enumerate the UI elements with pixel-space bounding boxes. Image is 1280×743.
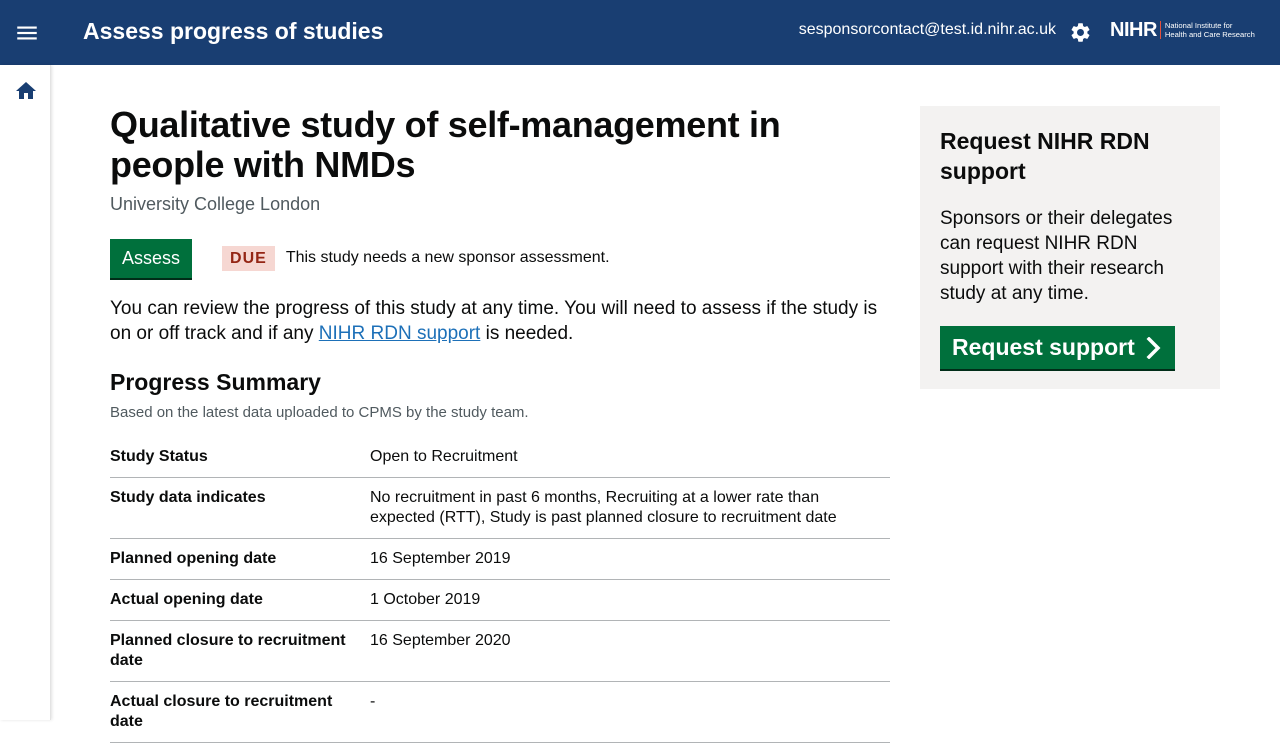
user-email: sesponsorcontact@test.id.nihr.ac.uk bbox=[798, 21, 1056, 38]
home-icon[interactable] bbox=[14, 79, 38, 103]
logo-mark: NIHR bbox=[1110, 19, 1157, 41]
intro-text: You can review the progress of this stud… bbox=[110, 296, 890, 346]
summary-row: Actual opening date 1 October 2019 bbox=[110, 580, 890, 621]
summary-row: Planned closure to recruitment date 16 S… bbox=[110, 621, 890, 682]
logo-divider bbox=[1159, 21, 1161, 39]
summary-row: Actual closure to recruitment date - bbox=[110, 682, 890, 743]
summary-value: No recruitment in past 6 months, Recruit… bbox=[370, 489, 837, 526]
sidebar bbox=[0, 65, 51, 720]
intro-text-end: is needed. bbox=[480, 323, 574, 344]
logo-text: National Institute for Health and Care R… bbox=[1165, 21, 1255, 39]
summary-row: Planned opening date 16 September 2019 bbox=[110, 539, 890, 580]
logo-line-2: Health and Care Research bbox=[1164, 30, 1255, 39]
summary-key: Study data indicates bbox=[110, 489, 266, 506]
progress-summary-list: Study Status Open to Recruitment Study d… bbox=[110, 443, 890, 743]
progress-summary-heading: Progress Summary bbox=[110, 369, 321, 395]
due-message: This study needs a new sponsor assessmen… bbox=[285, 249, 610, 266]
assess-row: Assess DUE This study needs a new sponso… bbox=[110, 238, 890, 278]
app-title[interactable]: Assess progress of studies bbox=[83, 18, 383, 45]
summary-key: Actual closure to recruitment date bbox=[110, 693, 333, 730]
summary-key: Study Status bbox=[110, 448, 208, 465]
gear-icon[interactable] bbox=[1069, 21, 1092, 44]
summary-value: Open to Recruitment bbox=[370, 448, 518, 465]
summary-row: Study Status Open to Recruitment bbox=[110, 443, 890, 478]
summary-value: 16 September 2020 bbox=[370, 632, 511, 649]
summary-row: Study data indicates No recruitment in p… bbox=[110, 478, 890, 539]
menu-icon[interactable] bbox=[14, 20, 40, 46]
summary-key: Actual opening date bbox=[110, 591, 263, 608]
summary-value: - bbox=[370, 693, 376, 710]
chevron-right-icon bbox=[1145, 336, 1163, 359]
nihr-logo[interactable]: NIHR National Institute for Health and C… bbox=[1110, 19, 1255, 41]
request-support-heading: Request NIHR RDN support bbox=[940, 128, 1150, 184]
nihr-rdn-support-link[interactable]: NIHR RDN support bbox=[319, 323, 481, 344]
main-content: Qualitative study of self-management in … bbox=[110, 105, 890, 743]
request-support-button[interactable]: Request support bbox=[940, 326, 1175, 369]
assess-button[interactable]: Assess bbox=[110, 238, 193, 278]
request-support-description: Sponsors or their delegates can request … bbox=[940, 208, 1173, 304]
logo-line-1: National Institute for bbox=[1164, 21, 1233, 30]
summary-key: Planned closure to recruitment date bbox=[110, 632, 346, 669]
progress-summary-caption: Based on the latest data uploaded to CPM… bbox=[110, 404, 529, 421]
request-support-label: Request support bbox=[952, 334, 1135, 360]
request-support-panel: Request NIHR RDN support Sponsors or the… bbox=[920, 106, 1220, 389]
organisation-name: University College London bbox=[110, 194, 321, 214]
summary-key: Planned opening date bbox=[110, 550, 277, 567]
summary-value: 16 September 2019 bbox=[370, 550, 511, 567]
study-title: Qualitative study of self-management in … bbox=[110, 104, 781, 185]
summary-value: 1 October 2019 bbox=[370, 591, 481, 608]
due-tag: DUE bbox=[222, 245, 275, 271]
app-header: Assess progress of studies sesponsorcont… bbox=[0, 0, 1280, 65]
